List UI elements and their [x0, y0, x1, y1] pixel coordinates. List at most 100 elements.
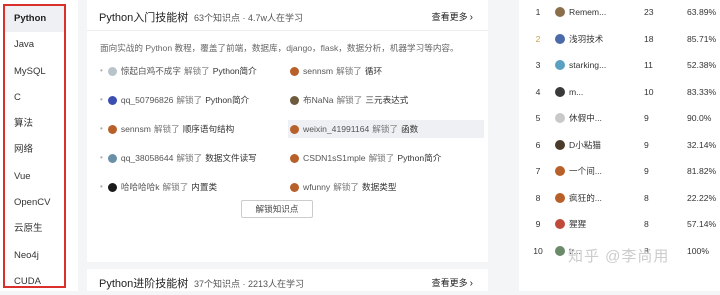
- knowledge-point-link[interactable]: Python简介: [213, 62, 257, 80]
- avatar[interactable]: [555, 139, 565, 150]
- avatar[interactable]: [290, 153, 299, 163]
- rank-number: 9: [535, 219, 541, 229]
- rank-number: 1: [535, 7, 541, 17]
- activity-row: • sennsm 解锁了 顺序语句结构 weixin_41991164 解锁了 函数: [100, 120, 484, 149]
- avatar[interactable]: [290, 124, 299, 134]
- activity-item: • qq_50796826 解锁了 Python简介: [100, 91, 280, 109]
- ranking-row: 6 D小粘猫 9 32.14%: [519, 133, 720, 157]
- user-name[interactable]: Remem...: [569, 0, 619, 24]
- knowledge-point-link[interactable]: 循环: [365, 62, 382, 80]
- rank-number: 2: [535, 33, 541, 44]
- category-item-c[interactable]: C: [5, 85, 64, 111]
- category-item-opencv[interactable]: OpenCV: [5, 190, 64, 216]
- card-title[interactable]: Python入门技能树: [99, 9, 188, 25]
- ranking-row: 2 浅羽技术 18 85.71%: [519, 27, 720, 51]
- knowledge-point-link[interactable]: 内置类: [191, 178, 217, 196]
- see-more-link[interactable]: 查看更多 ›: [432, 10, 473, 23]
- avatar[interactable]: [555, 219, 565, 229]
- category-item-network[interactable]: 网络: [5, 137, 64, 163]
- knowledge-point-link[interactable]: 顺序语句结构: [183, 120, 235, 138]
- avatar[interactable]: [290, 95, 299, 105]
- rank-number: 10: [533, 245, 543, 256]
- user-name[interactable]: CSDN1sS1mple: [303, 149, 366, 167]
- knowledge-point-link[interactable]: 函数: [401, 120, 418, 138]
- avatar[interactable]: [290, 66, 299, 76]
- category-item-neo4j[interactable]: Neo4j: [5, 243, 64, 269]
- knowledge-point-link[interactable]: 数据文件读写: [205, 149, 257, 167]
- avatar[interactable]: [555, 166, 565, 176]
- knowledge-point-link[interactable]: 数据类型: [362, 178, 396, 196]
- ranking-row: 8 疯狂的... 8 22.22%: [519, 186, 720, 210]
- avatar[interactable]: [290, 182, 299, 192]
- avatar[interactable]: [555, 245, 565, 256]
- category-item-algorithm[interactable]: 算法: [5, 111, 64, 137]
- bullet-icon: •: [100, 153, 103, 162]
- card-title[interactable]: Python进阶技能树: [99, 275, 188, 291]
- user-name[interactable]: weixin_41991164: [303, 120, 369, 138]
- activity-action: 解锁了: [176, 95, 203, 105]
- user-name[interactable]: qq_50796826: [121, 91, 174, 109]
- category-item-vue[interactable]: Vue: [5, 164, 64, 190]
- see-more-label: 查看更多: [431, 278, 468, 288]
- user-name[interactable]: qq_38058644: [121, 149, 174, 167]
- avatar[interactable]: [555, 7, 565, 17]
- category-item-cuda[interactable]: CUDA: [5, 269, 64, 295]
- user-name[interactable]: 猩猩: [569, 212, 619, 236]
- user-name[interactable]: starking...: [569, 53, 619, 77]
- category-list: Python Java MySQL C 算法 网络 Vue OpenCV 云原生…: [3, 4, 66, 288]
- completion-rate: 52.38%: [687, 60, 717, 70]
- unlocked-count: 9: [644, 113, 649, 123]
- user-name[interactable]: 休假中...: [569, 106, 619, 130]
- category-item-cloud-native[interactable]: 云原生: [5, 216, 64, 242]
- category-item-python[interactable]: Python: [5, 6, 64, 33]
- knowledge-point-link[interactable]: Python简介: [205, 91, 249, 109]
- user-name[interactable]: 疯狂的...: [569, 186, 619, 210]
- card-description: 面向实战的 Python 教程，覆盖了前端，数据库，django，flask，数…: [100, 43, 459, 53]
- activity-item: • qq_38058644 解锁了 数据文件读写: [100, 149, 280, 167]
- activity-action: 解锁了: [162, 182, 189, 192]
- avatar[interactable]: [555, 33, 565, 44]
- user-name[interactable]: 布NaNa: [303, 91, 334, 109]
- see-more-link[interactable]: 查看更多 ›: [432, 276, 473, 289]
- activity-item: weixin_41991164 解锁了 函数: [288, 120, 484, 138]
- activity-item: 布NaNa 解锁了 三元表达式: [290, 91, 480, 109]
- avatar[interactable]: [555, 192, 565, 203]
- category-item-mysql[interactable]: MySQL: [5, 59, 64, 85]
- activity-item: wfunny 解锁了 数据类型: [290, 178, 480, 196]
- card-meta: 63个知识点 · 4.7w人在学习: [194, 13, 304, 23]
- rank-number: 7: [535, 166, 541, 176]
- avatar[interactable]: [107, 153, 117, 163]
- category-item-java[interactable]: Java: [5, 32, 64, 58]
- unlock-button[interactable]: 解锁知识点: [241, 200, 313, 218]
- chevron-right-icon: ›: [469, 278, 473, 289]
- ranking-row: 3 starking... 11 52.38%: [519, 53, 720, 77]
- activity-action: 解锁了: [336, 66, 362, 76]
- completion-rate: 63.89%: [687, 7, 717, 17]
- activity-item: sennsm 解锁了 循环: [290, 62, 480, 80]
- avatar[interactable]: [555, 60, 565, 70]
- avatar[interactable]: [107, 95, 117, 105]
- knowledge-point-link[interactable]: Python简介: [397, 149, 441, 167]
- user-name[interactable]: m...: [569, 80, 619, 104]
- completion-rate: 57.14%: [687, 219, 717, 229]
- avatar[interactable]: [107, 124, 117, 134]
- user-name[interactable]: sennsm: [303, 62, 333, 80]
- activity-item: CSDN1sS1mple 解锁了 Python简介: [290, 149, 480, 167]
- user-name[interactable]: sennsm: [121, 120, 151, 138]
- avatar[interactable]: [555, 86, 565, 97]
- avatar[interactable]: [107, 66, 117, 76]
- user-name[interactable]: 哈哈哈哈k: [121, 178, 160, 196]
- card-meta: 37个知识点 · 2213人在学习: [194, 279, 305, 289]
- user-name[interactable]: 惊起白鸡不成字: [121, 62, 181, 80]
- avatar[interactable]: [107, 182, 117, 192]
- ranking-row: 4 m... 10 83.33%: [519, 80, 720, 104]
- user-name[interactable]: wfunny: [303, 178, 330, 196]
- user-name[interactable]: 一个间...: [569, 159, 619, 183]
- chevron-right-icon: ›: [469, 12, 473, 23]
- activity-row: • qq_38058644 解锁了 数据文件读写 CSDN1sS1mple 解锁了 Pyth…: [100, 149, 480, 178]
- user-name[interactable]: 浅羽技术: [569, 27, 619, 51]
- avatar[interactable]: [555, 113, 565, 123]
- unlocked-count: 8: [644, 219, 649, 229]
- knowledge-point-link[interactable]: 三元表达式: [365, 91, 408, 109]
- user-name[interactable]: D小粘猫: [569, 133, 619, 157]
